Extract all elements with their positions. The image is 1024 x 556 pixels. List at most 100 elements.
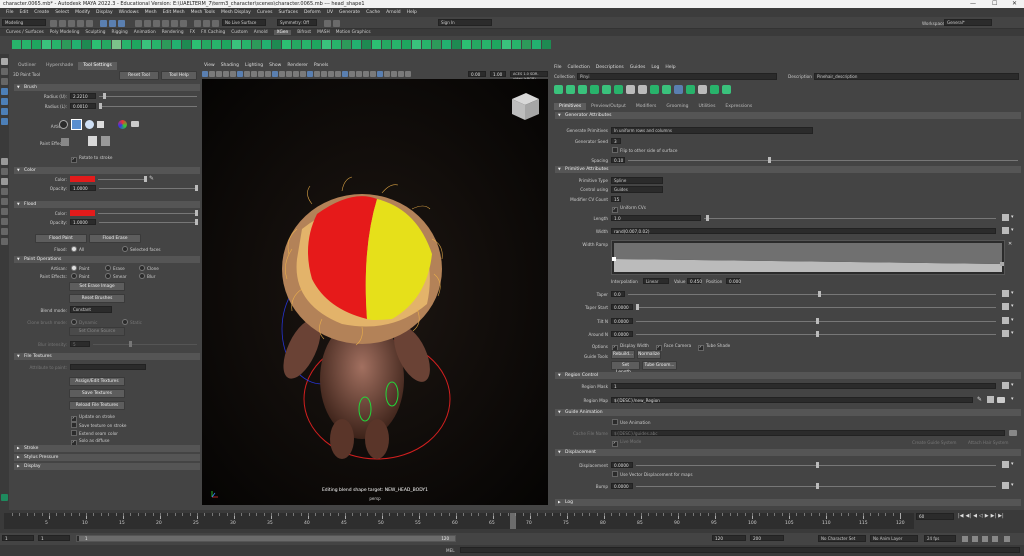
shelf-tab-curves-surfaces[interactable]: Curves / Surfaces [6,30,44,35]
flood-all-radio[interactable]: All [71,246,84,252]
viewport-toolbar-4-icon[interactable] [223,71,229,77]
xgen-menu-collection[interactable]: Collection [568,65,590,71]
reset-tool-button[interactable]: Reset Tool [119,71,159,80]
viewport-toolbar-3-icon[interactable] [216,71,222,77]
xgen-toolbar-6-icon[interactable] [614,85,623,94]
xgen-toolbar-7-icon[interactable] [626,85,635,94]
blur-intensity-field[interactable]: 5 [70,341,90,347]
menu-generate[interactable]: Generate [339,10,360,15]
xgen-toolbar-13-icon[interactable] [698,85,707,94]
xgen-shelf-tool-52-icon[interactable] [522,40,531,49]
paint-select-icon[interactable] [1,78,8,85]
shelf-tab-xgen[interactable]: XGen [273,30,292,35]
color-swatch[interactable] [70,176,95,182]
ramp-add-icon[interactable]: ✕ [1008,241,1014,247]
range-slider[interactable]: 1 120 [76,535,456,542]
tilt-n-menu-icon[interactable]: ▾ [1011,317,1018,324]
xgen-toolbar-11-icon[interactable] [674,85,683,94]
log-section[interactable]: Log [555,499,1021,506]
tab-tool-settings[interactable]: Tool Settings [78,62,117,70]
opacity-field[interactable]: 1.0000 [70,185,96,191]
set-length-button[interactable]: Set Length... [611,361,640,375]
blend-mode-dropdown[interactable]: Constant [70,306,112,313]
exposure-field[interactable]: 0.00 [468,71,486,77]
taper-start-field[interactable]: 0.0000 [611,304,633,310]
save-textures-button[interactable]: Save Textures [69,389,125,398]
viewport-toolbar-9-icon[interactable] [258,71,264,77]
fps-dropdown[interactable]: 24 fps [924,535,956,542]
viewport-toolbar-13-icon[interactable] [286,71,292,77]
radius-u-field[interactable]: 2.2210 [70,93,96,99]
region-map-folder-icon[interactable] [997,397,1005,403]
length-expression-icon[interactable] [1002,214,1009,221]
close-icon[interactable]: ✕ [1012,0,1017,8]
viewport-menu-show[interactable]: Show [269,63,281,70]
xgen-shelf-tool-11-icon[interactable] [112,40,121,49]
rotate-to-stroke-checkbox[interactable]: Rotate to stroke [71,155,112,163]
cache-folder-icon[interactable] [1009,430,1017,436]
play-back-icon[interactable]: ◁ [979,513,983,520]
taper-menu-icon[interactable]: ▾ [1011,290,1018,297]
primitive-type-dropdown[interactable]: Spline [611,177,663,184]
clone-static-radio[interactable]: Static [122,319,142,325]
time-ruler[interactable]: 5 10 15 20 25 30 35 40 45 50 55 60 65 70 75 80 85 90 95 100… [4,513,914,529]
menu-file[interactable]: File [6,10,14,15]
move-tool-icon[interactable] [1,88,8,95]
layout-single-icon[interactable] [1,158,8,165]
flood-opacity-field[interactable]: 1.0000 [70,219,96,225]
displacement-expression-icon[interactable] [1002,461,1009,468]
live-mode-checkbox[interactable]: Live Mode [612,439,641,447]
op-paint2-radio[interactable]: Paint [71,273,89,279]
xgen-shelf-tool-22-icon[interactable] [222,40,231,49]
open-scene-icon[interactable] [59,20,66,27]
xgen-shelf-tool-40-icon[interactable] [402,40,411,49]
xgen-toolbar-15-icon[interactable] [722,85,731,94]
xgen-shelf-tool-18-icon[interactable] [182,40,191,49]
opacity-slider[interactable] [99,185,198,191]
face-camera-checkbox[interactable]: Face Camera [656,343,691,351]
step-forward-icon[interactable]: ▶| [991,513,997,520]
xgen-shelf-tool-14-icon[interactable] [142,40,151,49]
xgen-shelf-tool-6-icon[interactable] [62,40,71,49]
region-mask-menu-icon[interactable]: ▾ [1011,382,1018,389]
xgen-shelf-tool-49-icon[interactable] [492,40,501,49]
brush-profile-gaussian-icon[interactable] [71,119,82,130]
xgen-toolbar-4-icon[interactable] [590,85,599,94]
op-smear-radio[interactable]: Smear [105,273,127,279]
layout-hypershade-icon[interactable] [1,228,8,235]
xgen-shelf-tool-16-icon[interactable] [162,40,171,49]
file-textures-section[interactable]: File Textures [14,353,200,360]
go-to-start-icon[interactable]: |◀ [958,513,964,520]
mel-label[interactable]: MEL [446,548,455,553]
xgen-shelf-tool-13-icon[interactable] [132,40,141,49]
cache-file-field[interactable]: ${DESC}/guides.abc [611,430,1005,436]
update-on-stroke-checkbox[interactable]: Update on stroke [71,414,115,422]
width-expression-icon[interactable] [1002,227,1009,234]
eyedropper-icon[interactable]: ✎ [149,175,155,182]
undo-icon[interactable] [77,20,84,27]
current-frame-field[interactable]: 60 [916,513,954,520]
end-time-field[interactable]: 200 [750,535,784,541]
region-mask-field[interactable]: 1 [611,383,996,389]
flood-paint-button[interactable]: Flood Paint [35,234,87,243]
menuset-dropdown[interactable]: Modeling [2,19,46,26]
around-n-expression-icon[interactable] [1002,330,1009,337]
viewport-toolbar-16-icon[interactable] [307,71,313,77]
width-menu-icon[interactable]: ▾ [1011,227,1018,234]
viewport-menu-lighting[interactable]: Lighting [245,63,263,70]
length-menu-icon[interactable]: ▾ [1011,214,1018,221]
modifier-cv-field[interactable]: 15 [611,196,621,202]
xgen-toolbar-5-icon[interactable] [602,85,611,94]
viewport-toolbar-15-icon[interactable] [300,71,306,77]
auto-key-icon[interactable] [992,536,998,542]
paint-map-icon[interactable]: ✎ [977,396,984,403]
xgen-shelf-tool-41-icon[interactable] [412,40,421,49]
guide-animation-section[interactable]: Guide Animation [555,409,1021,416]
anim-layer-dropdown[interactable]: No Anim Layer [870,535,918,542]
xgen-shelf-tool-17-icon[interactable] [172,40,181,49]
tilt-n-field[interactable]: 0.0000 [611,318,633,324]
width-field[interactable]: rand(0.007,0.02) [611,228,996,234]
snap-view-icon[interactable] [162,20,169,27]
displacement-section[interactable]: Displacement [555,449,1021,456]
shelf-tab-fx[interactable]: FX [190,30,195,35]
